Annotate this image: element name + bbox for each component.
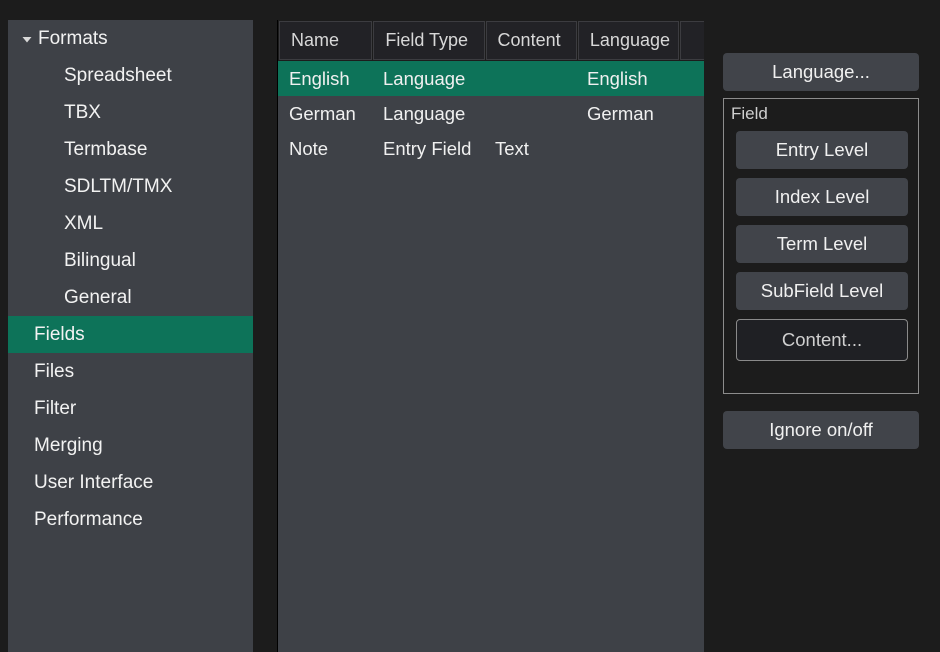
fields-table: Name Field Type Content Language English… — [277, 20, 705, 652]
field-group-title: Field — [731, 104, 768, 123]
sidebar-item-label: Fields — [34, 323, 85, 345]
sidebar-item-label: Formats — [38, 27, 108, 49]
sidebar-item-formats[interactable]: Formats — [8, 20, 253, 57]
sidebar-item-label: XML — [64, 212, 104, 234]
cell-name: German — [289, 102, 356, 124]
settings-category-sidebar: Formats Spreadsheet TBX Termbase SDLTM/T… — [8, 20, 253, 652]
sidebar-item-label: Files — [34, 360, 75, 382]
sidebar-item-label: User Interface — [34, 471, 154, 493]
column-header-name[interactable]: Name — [279, 21, 373, 60]
cell-field-type: Language — [383, 67, 466, 89]
sidebar-item-termbase[interactable]: Termbase — [8, 131, 253, 168]
sidebar-item-label: Termbase — [64, 138, 148, 160]
cell-language: German — [587, 102, 654, 124]
table-header-row: Name Field Type Content Language — [278, 20, 705, 61]
column-header-field-type[interactable]: Field Type — [373, 21, 485, 60]
chevron-down-icon[interactable] — [16, 32, 38, 46]
settings-window: Formats Spreadsheet TBX Termbase SDLTM/T… — [0, 0, 940, 652]
sidebar-item-label: SDLTM/TMX — [64, 175, 173, 197]
table-row[interactable]: Note Entry Field Text — [278, 131, 705, 166]
sidebar-item-sdltm-tmx[interactable]: SDLTM/TMX — [8, 168, 253, 205]
table-row[interactable]: English Language English — [278, 61, 705, 96]
cell-content: Text — [495, 137, 529, 159]
sidebar-item-label: General — [64, 286, 132, 308]
cell-field-type: Language — [383, 102, 466, 124]
sidebar-item-general[interactable]: General — [8, 279, 253, 316]
sidebar-item-label: Performance — [34, 508, 143, 530]
ignore-on-off-button[interactable]: Ignore on/off — [723, 411, 919, 449]
cell-field-type: Entry Field — [383, 137, 472, 159]
sidebar-item-filter[interactable]: Filter — [8, 390, 253, 427]
sidebar-item-merging[interactable]: Merging — [8, 427, 253, 464]
cell-name: Note — [289, 137, 329, 159]
field-group-box: Field Entry Level Index Level Term Level… — [723, 98, 919, 394]
sidebar-item-spreadsheet[interactable]: Spreadsheet — [8, 57, 253, 94]
field-actions-panel: Language... Field Entry Level Index Leve… — [704, 20, 940, 652]
subfield-level-button[interactable]: SubField Level — [736, 272, 908, 310]
index-level-button[interactable]: Index Level — [736, 178, 908, 216]
cell-language: English — [587, 67, 648, 89]
sidebar-item-user-interface[interactable]: User Interface — [8, 464, 253, 501]
sidebar-item-label: Filter — [34, 397, 77, 419]
sidebar-item-fields[interactable]: Fields — [8, 316, 253, 353]
column-header-spacer[interactable] — [680, 21, 705, 60]
sidebar-item-xml[interactable]: XML — [8, 205, 253, 242]
column-header-content[interactable]: Content — [485, 21, 577, 60]
sidebar-item-label: Bilingual — [64, 249, 136, 271]
sidebar-item-tbx[interactable]: TBX — [8, 94, 253, 131]
sidebar-item-files[interactable]: Files — [8, 353, 253, 390]
content-button[interactable]: Content... — [736, 319, 908, 361]
sidebar-item-label: TBX — [64, 101, 101, 123]
column-header-language[interactable]: Language — [577, 21, 680, 60]
sidebar-item-bilingual[interactable]: Bilingual — [8, 242, 253, 279]
table-row[interactable]: German Language German — [278, 96, 705, 131]
entry-level-button[interactable]: Entry Level — [736, 131, 908, 169]
cell-name: English — [289, 67, 350, 89]
language-button[interactable]: Language... — [723, 53, 919, 91]
sidebar-item-performance[interactable]: Performance — [8, 501, 253, 538]
term-level-button[interactable]: Term Level — [736, 225, 908, 263]
sidebar-item-label: Spreadsheet — [64, 64, 172, 86]
sidebar-item-label: Merging — [34, 434, 103, 456]
